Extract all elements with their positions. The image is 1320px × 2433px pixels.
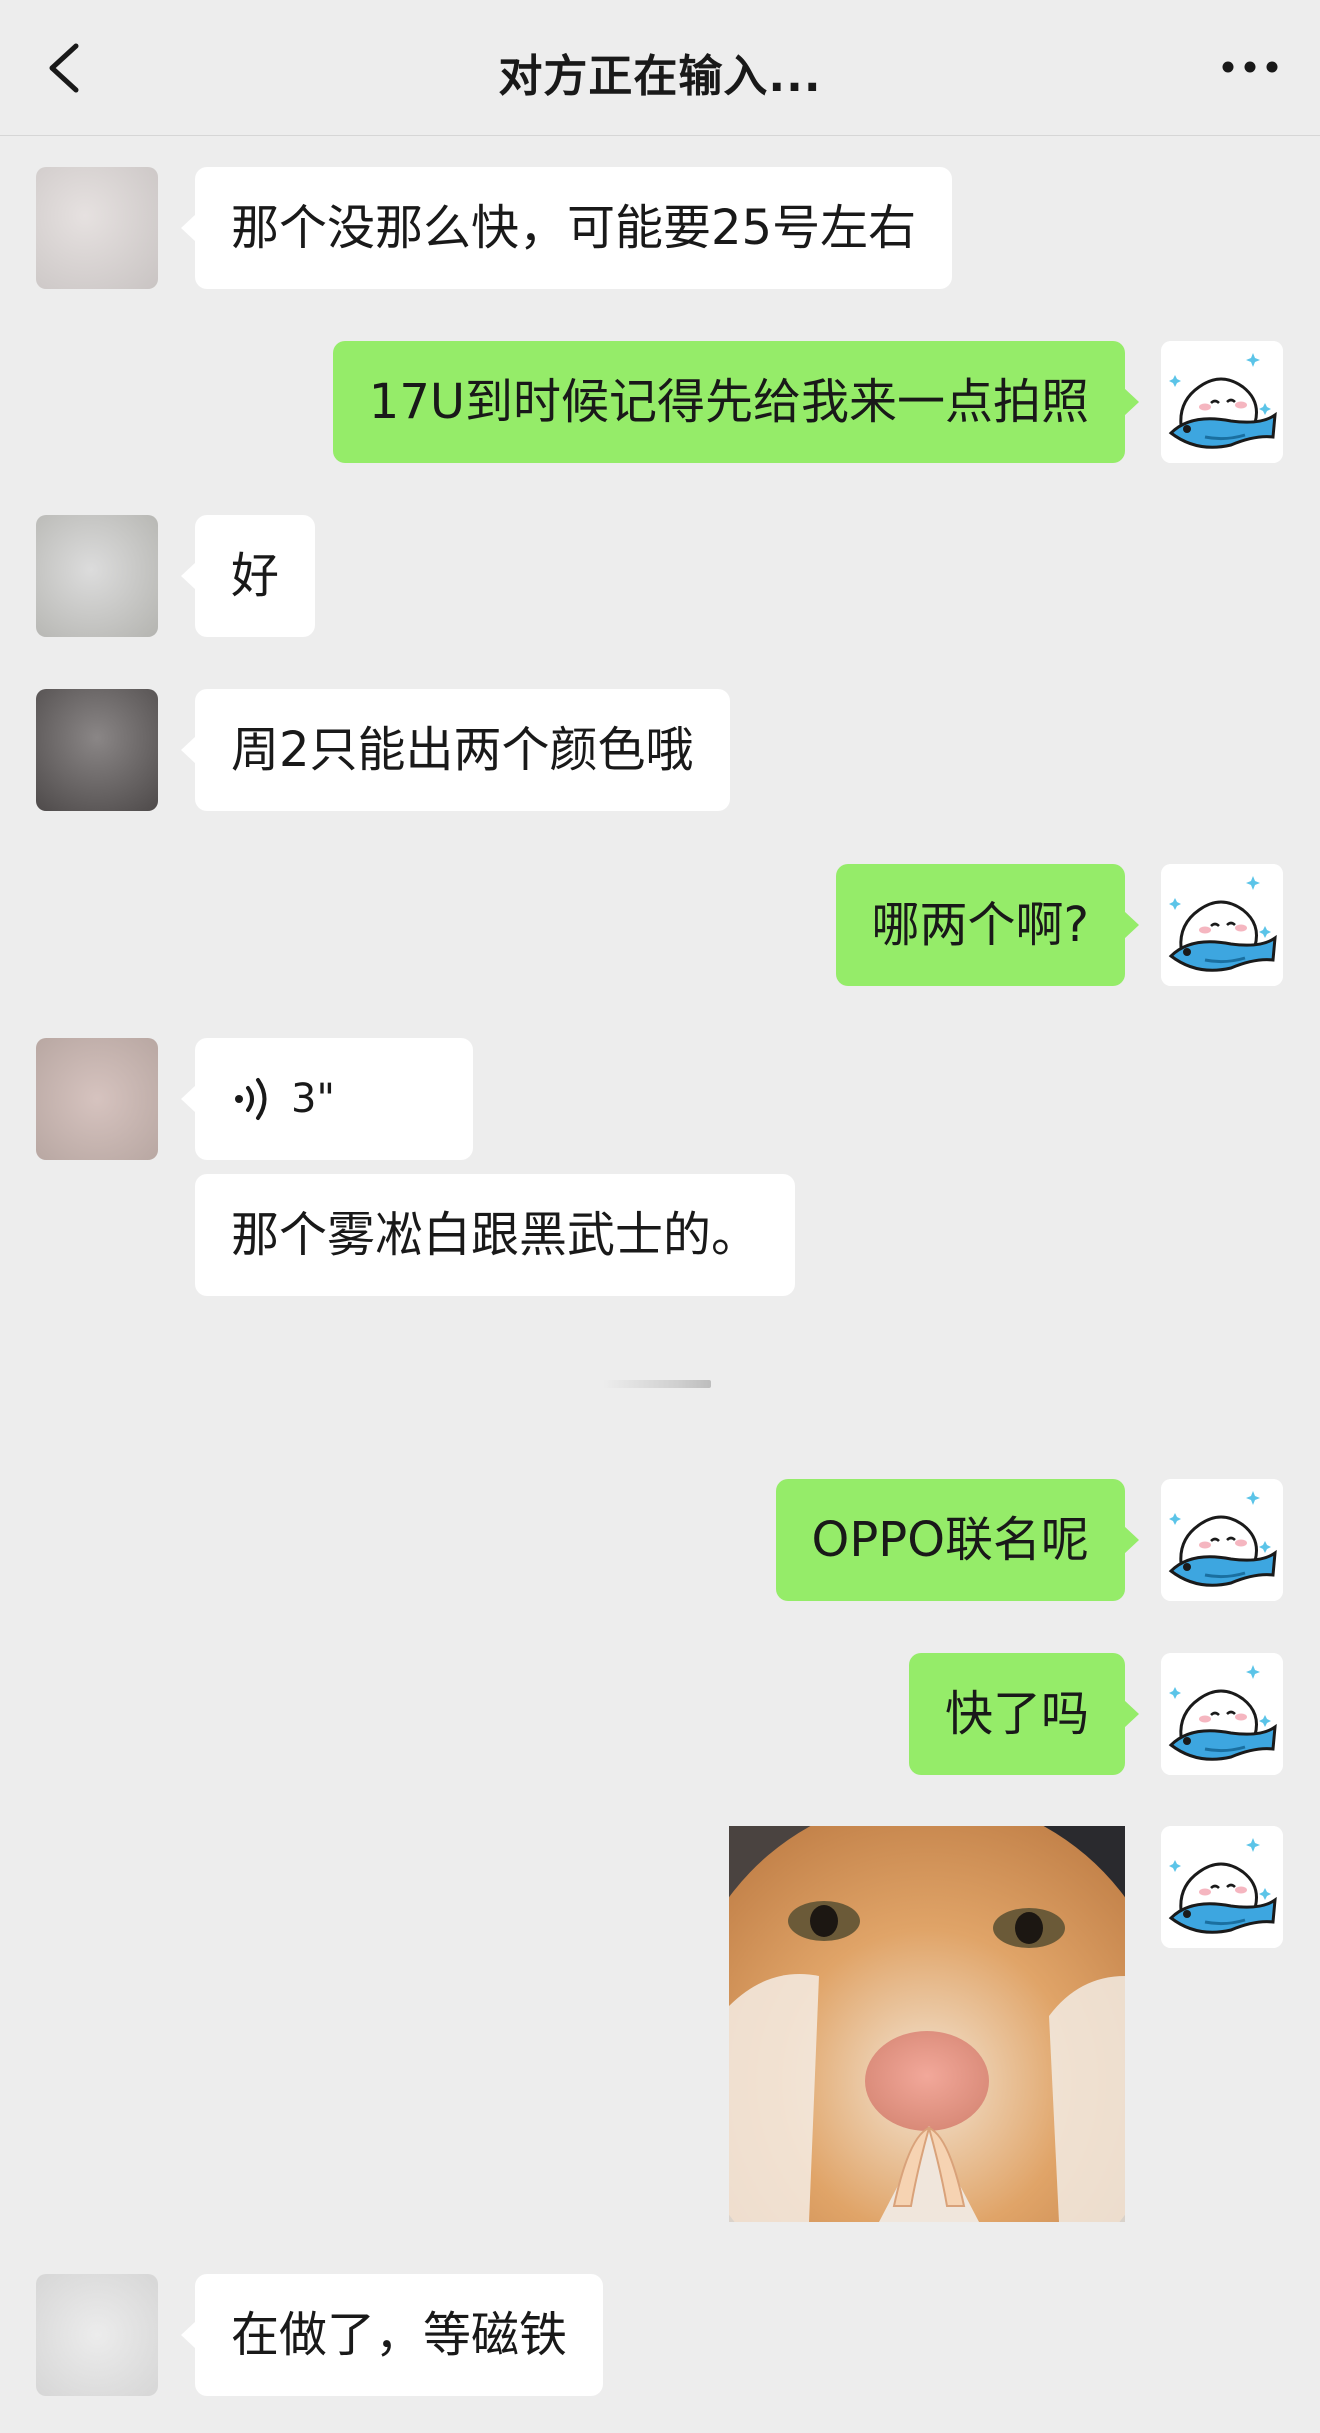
message-text: 17U到时候记得先给我来一点拍照 xyxy=(368,374,1089,430)
contact-avatar[interactable] xyxy=(36,2274,158,2396)
more-button[interactable] xyxy=(1220,52,1280,82)
my-avatar[interactable] xyxy=(1161,341,1283,463)
message-text: 快了吗 xyxy=(944,1686,1089,1742)
message-text: OPPO联名呢 xyxy=(811,1512,1089,1568)
cat-praying-hands-sticker[interactable] xyxy=(729,1826,1125,2222)
my-avatar[interactable] xyxy=(1161,1479,1283,1601)
contact-avatar[interactable] xyxy=(36,515,158,637)
contact-avatar[interactable] xyxy=(36,167,158,289)
rice-ball-riding-fish-avatar xyxy=(1161,1479,1283,1601)
my-avatar[interactable] xyxy=(1161,864,1283,986)
message-bubble-sent[interactable]: 快了吗 xyxy=(908,1653,1140,1775)
divider xyxy=(603,1380,711,1388)
message-text: 那个没那么快，可能要25号左右 xyxy=(231,200,917,256)
message-text: 好 xyxy=(231,548,280,604)
nav-bar: 对方正在输入... xyxy=(0,0,1320,136)
rice-ball-riding-fish-avatar xyxy=(1161,864,1283,986)
message-bubble-received[interactable]: 那个没那么快，可能要25号左右 xyxy=(180,167,953,289)
voice-message-row: 3" xyxy=(231,1038,437,1160)
message-text: 周2只能出两个颜色哦 xyxy=(231,722,694,778)
more-dots-icon xyxy=(1222,61,1278,73)
message-text: 那个雾凇白跟黑武士的。 xyxy=(231,1207,760,1263)
page-title: 对方正在输入... xyxy=(498,51,822,102)
message-text: 哪两个啊? xyxy=(871,897,1089,953)
message-bubble-received[interactable]: 好 xyxy=(180,515,316,637)
message-bubble-sent[interactable]: OPPO联名呢 xyxy=(775,1479,1140,1601)
voice-wave-icon xyxy=(235,1078,267,1120)
message-bubble-received[interactable]: 那个雾凇白跟黑武士的。 xyxy=(195,1174,796,1296)
rice-ball-riding-fish-avatar xyxy=(1161,1653,1283,1775)
message-bubble-sent[interactable]: 哪两个啊? xyxy=(835,864,1140,986)
my-avatar[interactable] xyxy=(1161,1826,1283,1948)
voice-duration: 3" xyxy=(291,1076,335,1122)
rice-ball-riding-fish-avatar xyxy=(1161,1826,1283,1948)
my-avatar[interactable] xyxy=(1161,1653,1283,1775)
message-bubble-sent[interactable]: 17U到时候记得先给我来一点拍照 xyxy=(332,341,1140,463)
rice-ball-riding-fish-avatar xyxy=(1161,341,1283,463)
contact-avatar[interactable] xyxy=(36,1038,158,1160)
voice-message-bubble[interactable]: 3" xyxy=(181,1038,473,1160)
cat-praying-hands-image xyxy=(729,1826,1125,2222)
message-bubble-received[interactable]: 周2只能出两个颜色哦 xyxy=(181,689,730,811)
contact-avatar[interactable] xyxy=(36,689,158,811)
message-text: 在做了，等磁铁 xyxy=(231,2307,568,2363)
message-bubble-received[interactable]: 在做了，等磁铁 xyxy=(180,2274,604,2396)
